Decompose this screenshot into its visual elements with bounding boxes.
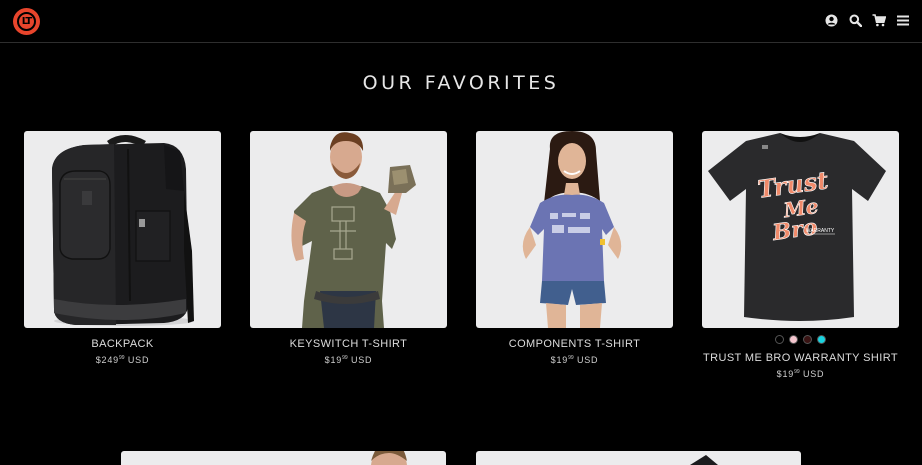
swatch-cyan[interactable] <box>817 335 826 344</box>
product-price: $1999 USD <box>476 355 673 365</box>
color-swatches <box>702 335 899 344</box>
product-card-partial-right[interactable] <box>476 451 801 465</box>
cart-icon[interactable] <box>872 13 886 27</box>
product-card-backpack[interactable]: BACKPACK $24999 USD <box>24 131 221 365</box>
product-price: $1999 USD <box>250 355 447 365</box>
price-cents: 99 <box>342 355 348 361</box>
product-price: $24999 USD <box>24 355 221 365</box>
product-card-keyswitch-tshirt[interactable]: KEYSWITCH T-SHIRT $1999 USD <box>250 131 447 365</box>
product-card-trust-me-bro-shirt[interactable]: Trust Me Bro WARRANTY TRUST ME BRO WARRA… <box>702 131 899 379</box>
search-icon[interactable] <box>848 13 862 27</box>
price-cents: 99 <box>568 355 574 361</box>
section-title: OUR FAVORITES <box>362 72 560 94</box>
product-card-components-tshirt[interactable]: COMPONENTS T-SHIRT $1999 USD <box>476 131 673 365</box>
price-currency: USD <box>802 369 825 379</box>
price-main: $19 <box>324 355 343 365</box>
price-currency: USD <box>127 355 150 365</box>
price-currency: USD <box>350 355 373 365</box>
product-image-trust-me-bro-shirt[interactable]: Trust Me Bro WARRANTY <box>702 131 899 328</box>
product-image-components-tshirt[interactable] <box>476 131 673 328</box>
price-currency: USD <box>576 355 599 365</box>
product-card-partial-left[interactable] <box>121 451 446 465</box>
product-name[interactable]: BACKPACK <box>24 338 221 350</box>
swatch-pink[interactable] <box>789 335 798 344</box>
product-image-keyswitch-tshirt[interactable] <box>250 131 447 328</box>
price-main: $249 <box>95 355 119 365</box>
site-header: LT <box>0 0 922 43</box>
swatch-maroon[interactable] <box>803 335 812 344</box>
price-cents: 99 <box>794 369 800 375</box>
price-cents: 99 <box>118 355 125 361</box>
product-image-backpack[interactable] <box>24 131 221 328</box>
logo-text: LT <box>17 12 36 31</box>
price-main: $19 <box>776 369 795 379</box>
account-icon[interactable] <box>824 13 838 27</box>
swatch-black[interactable] <box>775 335 784 344</box>
product-price: $1999 USD <box>702 369 899 379</box>
shirt-print-line4: WARRANTY <box>806 228 835 234</box>
price-main: $19 <box>550 355 569 365</box>
product-name[interactable]: KEYSWITCH T-SHIRT <box>250 338 447 350</box>
menu-icon[interactable] <box>896 13 910 27</box>
product-name[interactable]: COMPONENTS T-SHIRT <box>476 338 673 350</box>
logo[interactable]: LT <box>13 8 40 35</box>
product-name[interactable]: TRUST ME BRO WARRANTY SHIRT <box>702 352 899 364</box>
